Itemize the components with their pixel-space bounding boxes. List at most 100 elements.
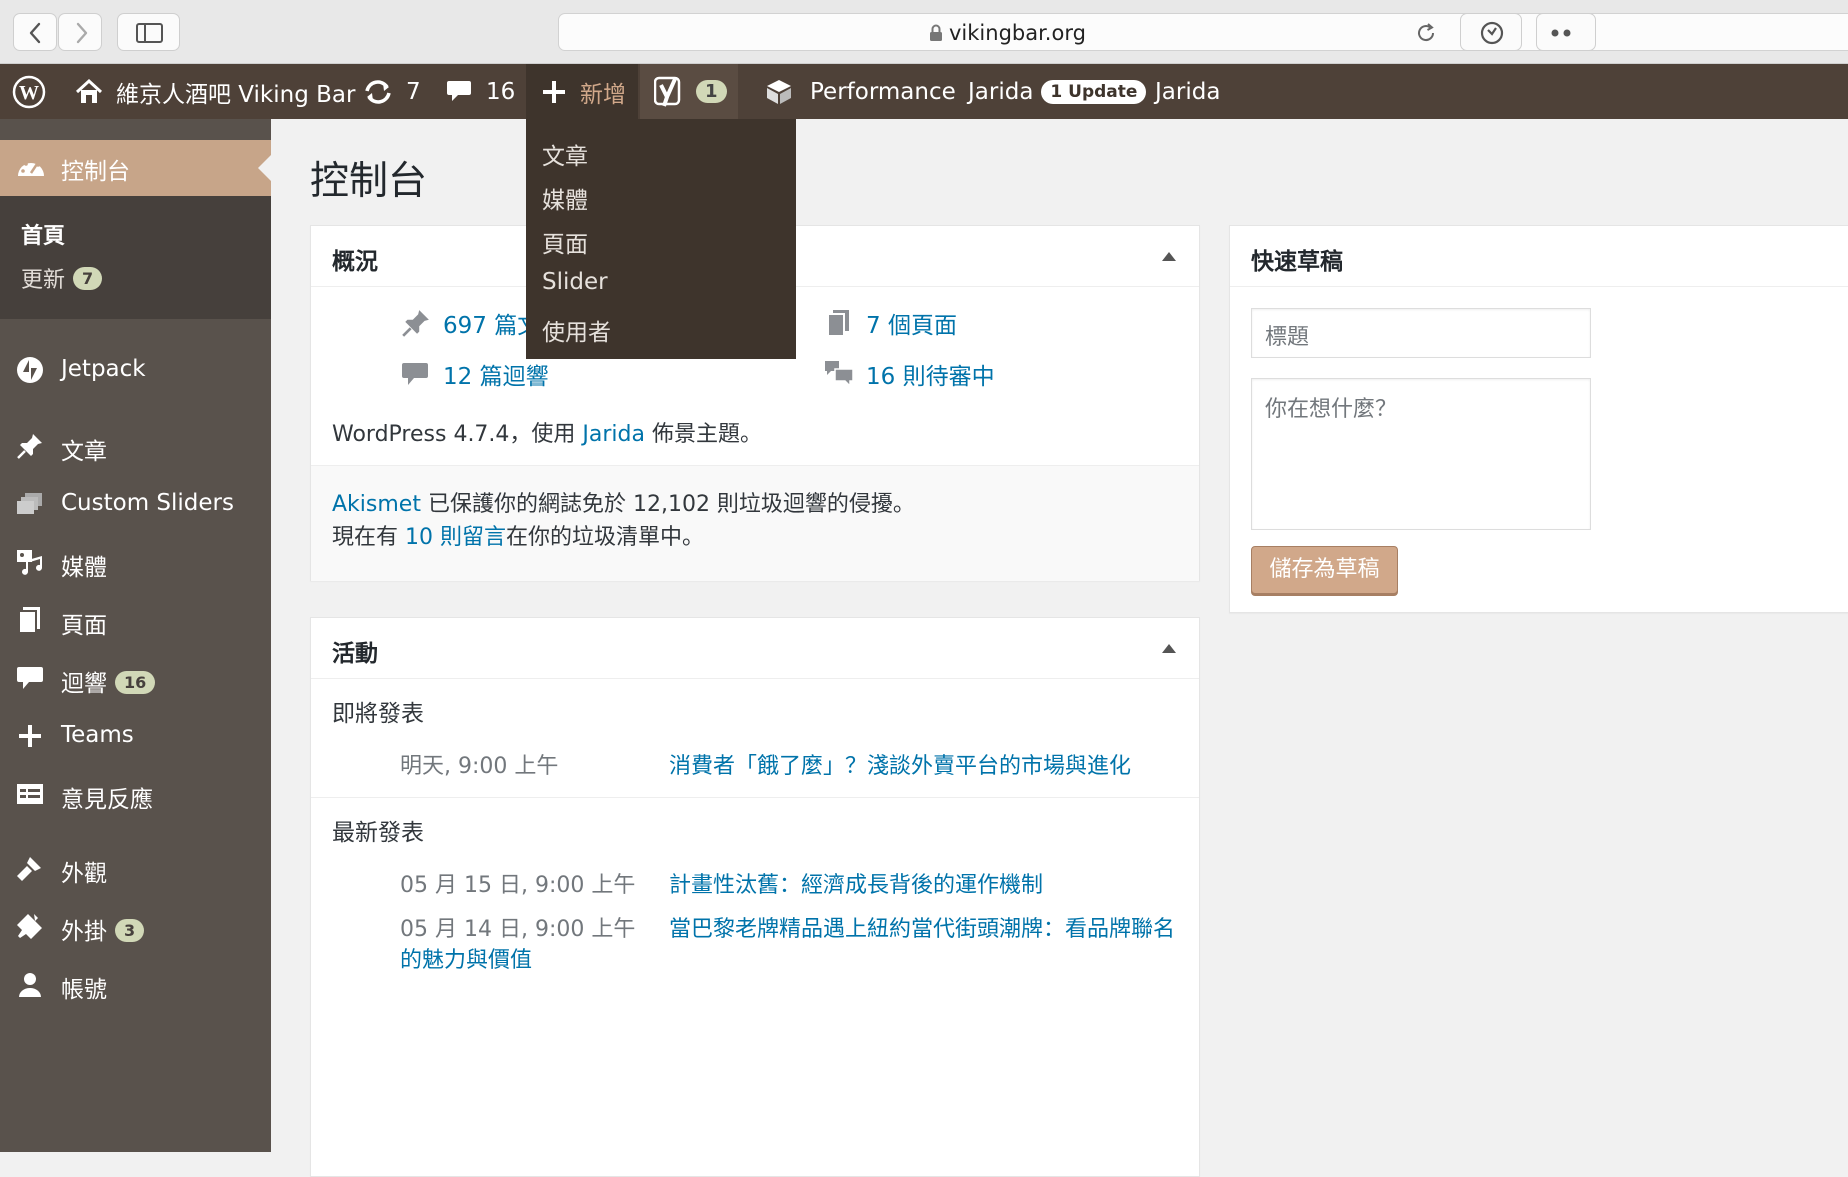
extension-button[interactable] — [1460, 13, 1522, 51]
recent-heading: 最新發表 — [332, 820, 424, 846]
updates-link[interactable]: 7 — [362, 64, 421, 119]
post-title-link[interactable]: 計畫性汰舊：經濟成長背後的運作機制 — [669, 867, 1043, 899]
sidebar-item-plugins[interactable]: 外掛 3 — [0, 900, 271, 952]
sync-icon — [1480, 21, 1504, 45]
akismet-link[interactable]: Akismet — [332, 492, 421, 517]
theme-link[interactable]: Jarida — [582, 422, 645, 447]
wordpress-logo-button[interactable]: W — [12, 64, 46, 119]
sidebar-item-label: 迴響 16 — [61, 664, 156, 698]
back-button[interactable] — [13, 13, 57, 51]
lock-icon — [930, 24, 942, 41]
url-text: vikingbar.org — [949, 21, 1086, 45]
sidebar-item-custom-sliders[interactable]: Custom Sliders — [0, 478, 271, 530]
new-menu-item-slider[interactable]: Slider — [542, 269, 608, 295]
sidebar-item-pages[interactable]: 頁面 — [0, 594, 271, 646]
svg-text:W: W — [19, 82, 39, 104]
post-date: 明天, 9:00 上午 — [400, 754, 559, 779]
pending-count-link[interactable]: 16 則待審中 — [823, 357, 995, 391]
posts-count-link[interactable]: 697 篇文 — [401, 306, 540, 340]
pages-count-link[interactable]: 7 個頁面 — [825, 306, 957, 340]
sidebar-item-feedback[interactable]: 意見反應 — [0, 768, 271, 820]
reload-icon[interactable] — [1414, 21, 1438, 45]
pin-icon — [17, 434, 42, 459]
slides-icon — [17, 493, 42, 514]
new-menu-item-user[interactable]: 使用者 — [542, 313, 611, 347]
sidebar-item-media[interactable]: 媒體 — [0, 536, 271, 588]
chevron-right-icon — [76, 22, 88, 44]
address-bar[interactable]: vikingbar.org — [558, 13, 1848, 51]
new-menu-item-media[interactable]: 媒體 — [542, 181, 588, 215]
sidebar-item-posts[interactable]: 文章 — [0, 420, 271, 472]
post-title-link-continued[interactable]: 的魅力與價值 — [400, 942, 532, 974]
new-menu-item-page[interactable]: 頁面 — [542, 225, 588, 259]
more-icon — [1551, 29, 1571, 37]
activity-widget: 活動 即將發表 明天, 9:00 上午 消費者「餓了麼」？淺談外賣平台的市場與進… — [310, 617, 1200, 1177]
updates-badge: 7 — [73, 267, 103, 290]
post-title-link[interactable]: 當巴黎老牌精品遇上紐約當代街頭潮牌：看品牌聯名 — [669, 911, 1175, 943]
new-content-menu[interactable]: 新增 — [526, 64, 638, 119]
sidebar-item-comments[interactable]: 迴響 16 — [0, 652, 271, 704]
theme-menu[interactable]: Jarida 1 Update — [968, 64, 1147, 119]
quick-draft-widget: 快速草稿 標題 你在想什麼？ 儲存為草稿 — [1229, 225, 1848, 613]
sidebar-item-label: 頁面 — [61, 613, 107, 639]
performance-menu[interactable]: Performance — [764, 64, 956, 119]
submenu-updates-label: 更新 — [21, 268, 66, 293]
placeholder: 你在想什麼？ — [1265, 397, 1398, 422]
comment-icon — [447, 80, 471, 101]
sidebar-toggle-button[interactable] — [117, 13, 180, 51]
sidebar-item-dashboard[interactable]: 控制台 — [0, 140, 271, 196]
theme-label: Jarida — [968, 78, 1034, 105]
current-menu-arrow — [258, 154, 272, 182]
akismet-text: Akismet 已保護你的網誌免於 12,102 則垃圾迴響的侵擾。 — [332, 492, 915, 517]
plus-icon — [19, 725, 41, 747]
dashboard-icon — [18, 159, 44, 176]
akismet-section: Akismet 已保護你的網誌免於 12,102 則垃圾迴響的侵擾。 現在有 1… — [311, 465, 1199, 581]
performance-label: Performance — [810, 78, 956, 105]
plus-icon — [543, 80, 565, 103]
jetpack-icon — [17, 357, 43, 383]
cube-icon — [767, 79, 791, 104]
site-name-link[interactable]: 維京人酒吧 Viking Bar — [74, 64, 355, 119]
pin-icon — [402, 310, 429, 337]
post-title-link[interactable]: 消費者「餓了麼」？淺談外賣平台的市場與進化 — [669, 748, 1131, 780]
sidebar-item-users[interactable]: 帳號 — [0, 958, 271, 1010]
sidebar-item-label: 意見反應 — [61, 787, 153, 813]
sidebar-item-label: Teams — [61, 722, 134, 748]
sidebar-item-teams[interactable]: Teams — [0, 710, 271, 762]
theme-label-2: Jarida — [1155, 78, 1221, 105]
placeholder: 標題 — [1265, 325, 1310, 350]
comments-count-link[interactable]: 12 篇迴響 — [401, 357, 549, 391]
wordpress-icon: W — [12, 75, 46, 108]
spam-queue-text: 現在有 10 則留言在你的垃圾清單中。 — [332, 525, 705, 550]
collapse-arrow-icon[interactable] — [1162, 644, 1176, 653]
sidebar-item-label: 媒體 — [61, 555, 107, 581]
yoast-badge: 1 — [696, 80, 727, 103]
home-icon — [75, 78, 103, 103]
new-menu-item-post[interactable]: 文章 — [542, 137, 588, 171]
user-icon — [19, 973, 41, 997]
comments-link[interactable]: 16 — [446, 64, 515, 119]
draft-content-textarea[interactable]: 你在想什麼？ — [1251, 378, 1591, 530]
comment-icon — [402, 363, 428, 385]
submenu-item-home[interactable]: 首頁 — [21, 218, 65, 250]
save-draft-button[interactable]: 儲存為草稿 — [1251, 546, 1398, 594]
collapse-arrow-icon[interactable] — [1162, 252, 1176, 261]
spam-link[interactable]: 10 則留言 — [405, 525, 506, 550]
sidebar-item-jetpack[interactable]: Jetpack — [0, 344, 271, 396]
new-label: 新增 — [580, 81, 626, 108]
widget-title: 快速草稿 — [1251, 249, 1343, 275]
more-button[interactable] — [1536, 13, 1596, 51]
draft-title-input[interactable]: 標題 — [1251, 308, 1591, 358]
sidebar-item-label: 控制台 — [61, 159, 130, 185]
widget-header[interactable]: 快速草稿 — [1230, 226, 1848, 287]
submenu-item-updates[interactable]: 更新 7 — [21, 262, 103, 294]
theme-menu-2[interactable]: Jarida — [1155, 64, 1220, 119]
sidebar-item-appearance[interactable]: 外觀 — [0, 842, 271, 894]
widget-header[interactable]: 活動 — [311, 618, 1199, 679]
updates-icon — [365, 79, 391, 104]
plugins-badge: 3 — [115, 919, 145, 942]
yoast-seo-menu[interactable]: 1 — [640, 64, 738, 119]
forward-button[interactable] — [58, 13, 102, 51]
site-name: 維京人酒吧 Viking Bar — [116, 81, 356, 108]
comments-icon — [825, 361, 854, 388]
